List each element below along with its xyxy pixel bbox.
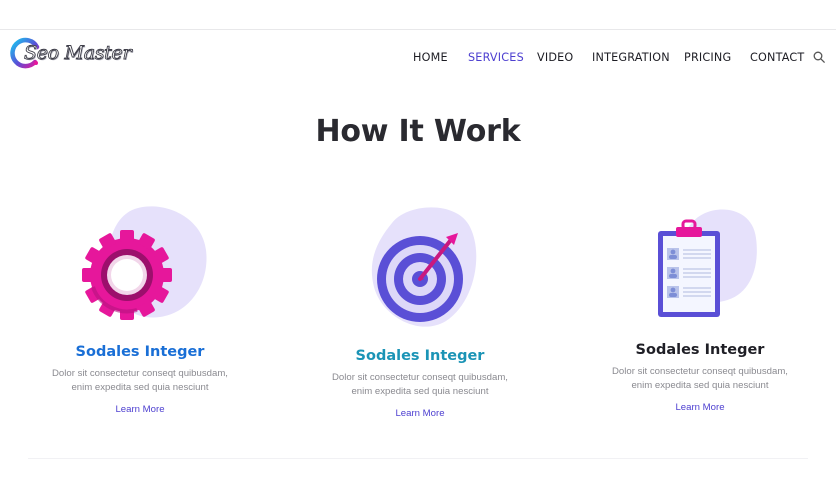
nav-item-integration[interactable]: INTEGRATION bbox=[592, 51, 670, 64]
gear-icon bbox=[82, 206, 207, 320]
card-description-line: enim expedita sed quia nesciunt bbox=[631, 379, 769, 391]
feature-card: Sodales Integer Dolor sit consectetur co… bbox=[10, 200, 270, 425]
target-icon bbox=[371, 207, 477, 327]
learn-more-link[interactable]: Learn More bbox=[10, 404, 270, 415]
clipboard-icon bbox=[658, 209, 757, 317]
card-description-line: Dolor sit consectetur conseqt quibusdam, bbox=[52, 368, 228, 379]
card-description: Dolor sit consectetur conseqt quibusdam,… bbox=[10, 367, 270, 394]
nav-item-video[interactable]: VIDEO bbox=[537, 51, 573, 64]
learn-more-link[interactable]: Learn More bbox=[290, 408, 550, 419]
section-title: How It Work bbox=[315, 114, 521, 149]
search-icon[interactable] bbox=[813, 51, 825, 63]
bottom-divider bbox=[28, 458, 808, 459]
brand-name: Seo Master bbox=[24, 42, 132, 65]
card-title: Sodales Integer bbox=[75, 344, 205, 360]
nav-item-home[interactable]: HOME bbox=[413, 51, 448, 64]
nav-item-contact[interactable]: CONTACT bbox=[750, 51, 804, 64]
feature-card: Sodales Integer Dolor sit consectetur co… bbox=[290, 200, 550, 425]
top-divider bbox=[0, 29, 836, 30]
learn-more-link[interactable]: Learn More bbox=[570, 402, 830, 413]
card-description-line: enim expedita sed quia nesciunt bbox=[71, 381, 209, 393]
nav-item-pricing[interactable]: PRICING bbox=[684, 51, 731, 64]
nav-item-services[interactable]: SERVICES bbox=[468, 51, 524, 64]
feature-card: Sodales Integer Dolor sit consectetur co… bbox=[570, 200, 830, 425]
brand-logo[interactable]: Seo Master bbox=[9, 36, 132, 76]
card-description: Dolor sit consectetur conseqt quibusdam,… bbox=[570, 365, 830, 392]
card-description-line: Dolor sit consectetur conseqt quibusdam, bbox=[332, 372, 508, 383]
card-title: Sodales Integer bbox=[355, 348, 485, 364]
card-description-line: enim expedita sed quia nesciunt bbox=[351, 385, 489, 397]
card-description: Dolor sit consectetur conseqt quibusdam,… bbox=[290, 371, 550, 398]
card-description-line: Dolor sit consectetur conseqt quibusdam, bbox=[612, 366, 788, 377]
card-title: Sodales Integer bbox=[635, 342, 765, 358]
